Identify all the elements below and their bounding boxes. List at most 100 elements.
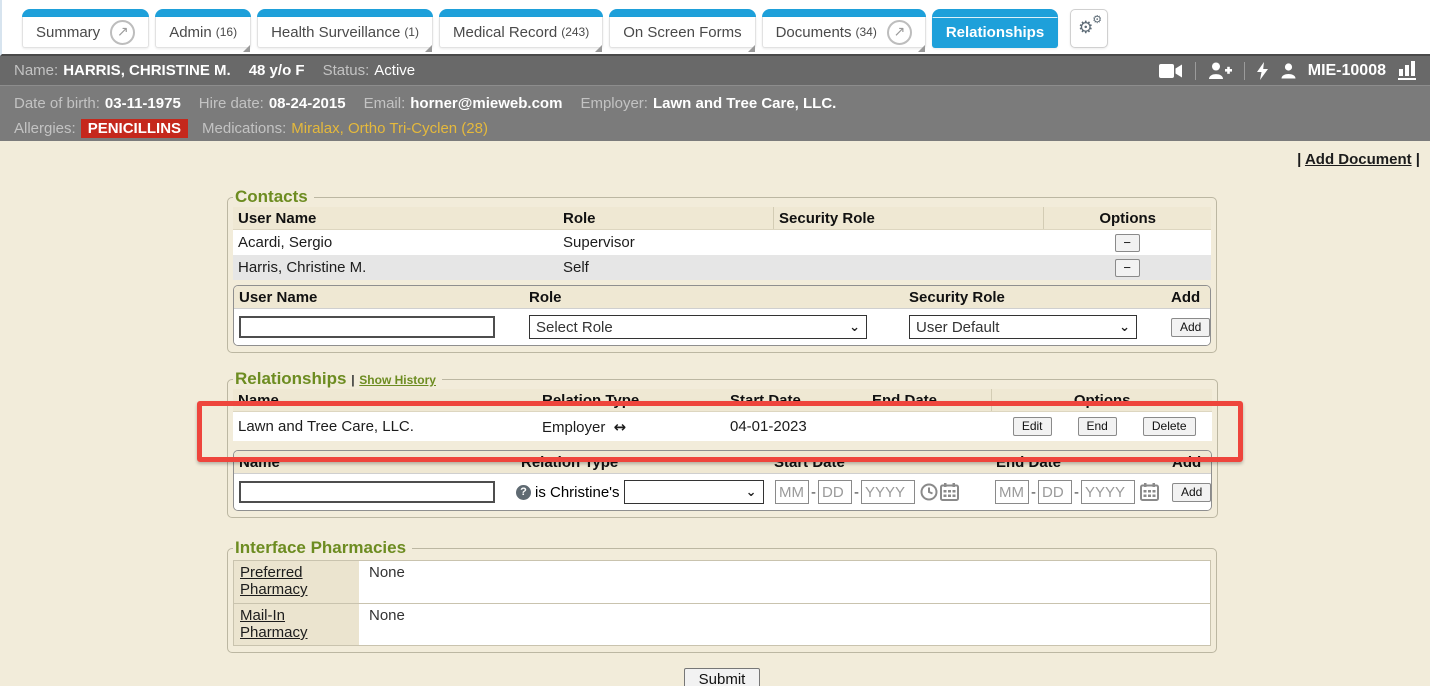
gear-icon: ⚙ xyxy=(1078,18,1093,38)
tab-documents[interactable]: Documents(34) ↗ xyxy=(762,9,926,48)
tab-on-screen-forms[interactable]: On Screen Forms xyxy=(609,9,755,48)
selected-security-role: User Default xyxy=(916,319,999,336)
relationships-title: Relationships xyxy=(235,369,346,388)
contact-row: Harris, Christine M. Self − xyxy=(233,255,1211,280)
contact-user-name-input[interactable] xyxy=(239,316,495,338)
quick-action-bolt-icon[interactable] xyxy=(1257,62,1269,80)
patient-banner-primary: Name: HARRIS, CHRISTINE M. 48 y/o F Stat… xyxy=(0,56,1430,86)
tab-cap xyxy=(257,9,433,17)
end-day-input[interactable] xyxy=(1038,480,1072,504)
interface-pharmacies-section: Interface Pharmacies Preferred Pharmacy … xyxy=(227,538,1217,653)
col-name: Name xyxy=(233,389,537,411)
relationships-legend: Relationships | Show History xyxy=(233,369,442,389)
show-history-link[interactable]: Show History xyxy=(359,373,436,387)
relationship-name: Lawn and Tree Care, LLC. xyxy=(233,418,537,435)
allergy-badge[interactable]: PENICILLINS xyxy=(81,119,188,138)
pipe: | xyxy=(1297,151,1301,168)
contact-role-select[interactable]: Select Role ⌄ xyxy=(529,315,867,339)
stats-chart-icon[interactable] xyxy=(1398,61,1416,80)
medication-link[interactable]: Miralax xyxy=(291,120,339,137)
chevron-down-icon: ⌄ xyxy=(849,320,860,335)
user-icon[interactable] xyxy=(1281,63,1296,79)
tab-settings-button[interactable]: ⚙ ⚙ xyxy=(1070,9,1108,48)
email-value: horner@mieweb.com xyxy=(410,95,562,112)
add-relationship-button[interactable]: Add xyxy=(1172,483,1211,502)
tab-label: Health Surveillance xyxy=(271,24,400,41)
patient-chart-tabbar: Summary ↗ Admin(16) Health Surveillance(… xyxy=(0,0,1430,56)
hire-date-label: Hire date: xyxy=(199,95,264,112)
chevron-down-icon: ⌄ xyxy=(1119,320,1130,335)
mail-in-pharmacy-link[interactable]: Mail-In Pharmacy xyxy=(240,607,308,641)
date-separator: - xyxy=(811,484,816,501)
add-contact-form-row: Select Role ⌄ User Default ⌄ Add xyxy=(234,309,1210,345)
patient-banner-secondary: Date of birth: 03-11-1975 Hire date: 08-… xyxy=(0,86,1430,141)
tab-label: Documents xyxy=(776,24,852,41)
contacts-title: Contacts xyxy=(233,187,314,207)
start-day-input[interactable] xyxy=(818,480,852,504)
employer-value: Lawn and Tree Care, LLC. xyxy=(653,95,836,112)
col-name: Name xyxy=(234,451,516,473)
pharmacy-row: Mail-In Pharmacy None xyxy=(234,603,1210,645)
tab-health-surveillance[interactable]: Health Surveillance(1) xyxy=(257,9,433,48)
employer-label: Employer: xyxy=(580,95,648,112)
selected-role: Select Role xyxy=(536,319,613,336)
col-add: Add xyxy=(1166,286,1210,308)
end-month-input[interactable] xyxy=(995,480,1029,504)
delete-relationship-button[interactable]: Delete xyxy=(1143,417,1196,436)
tab-cap xyxy=(22,9,149,17)
divider xyxy=(1195,62,1196,80)
tab-relationships[interactable]: Relationships xyxy=(932,9,1058,48)
mail-in-pharmacy-value: None xyxy=(359,604,1210,645)
medication-link[interactable]: Ortho Tri-Cyclen (28) xyxy=(348,120,488,137)
tab-cap xyxy=(155,9,251,17)
tab-label: Medical Record xyxy=(453,24,557,41)
add-relationship-box: Name Relation Type Start Date End Date A… xyxy=(233,450,1212,511)
start-year-input[interactable] xyxy=(861,480,915,504)
tab-medical-record[interactable]: Medical Record(243) xyxy=(439,9,603,48)
tab-cap xyxy=(932,9,1058,17)
video-visit-icon[interactable] xyxy=(1159,63,1183,79)
add-contact-icon[interactable] xyxy=(1208,62,1232,80)
open-in-new-icon[interactable]: ↗ xyxy=(110,20,135,45)
pipe: | xyxy=(351,373,354,387)
contact-role: Self xyxy=(558,259,773,276)
submit-button[interactable]: Submit xyxy=(684,668,761,686)
bidirectional-arrow-icon: ↔ xyxy=(614,418,627,436)
relationships-page: | Add Document | Contacts User Name Role… xyxy=(0,141,1430,686)
col-start-date: Start Date xyxy=(769,451,991,473)
chevron-down-icon: ⌄ xyxy=(746,485,757,500)
add-document-link[interactable]: Add Document xyxy=(1305,151,1412,168)
remove-contact-button[interactable]: − xyxy=(1115,259,1140,277)
tab-label: Admin xyxy=(169,24,212,41)
status-label: Status: xyxy=(323,62,370,79)
relation-type-select[interactable]: ⌄ xyxy=(624,480,764,504)
pharmacies-table: Preferred Pharmacy None Mail-In Pharmacy… xyxy=(233,560,1211,646)
tab-cap xyxy=(439,9,603,17)
remove-contact-button[interactable]: − xyxy=(1115,234,1140,252)
date-separator: - xyxy=(854,484,859,501)
help-icon[interactable]: ? xyxy=(516,485,531,500)
end-relationship-button[interactable]: End xyxy=(1078,417,1117,436)
date-separator: - xyxy=(1074,484,1079,501)
name-label: Name: xyxy=(14,62,58,79)
allergies-label: Allergies: xyxy=(14,120,76,137)
contacts-section: Contacts User Name Role Security Role Op… xyxy=(227,187,1217,353)
contact-row: Acardi, Sergio Supervisor − xyxy=(233,230,1211,255)
end-year-input[interactable] xyxy=(1081,480,1135,504)
add-contact-button[interactable]: Add xyxy=(1171,318,1210,337)
contact-security-role-select[interactable]: User Default ⌄ xyxy=(909,315,1137,339)
tab-admin[interactable]: Admin(16) xyxy=(155,9,251,48)
gear-icon: ⚙ xyxy=(1092,13,1102,26)
tab-summary[interactable]: Summary ↗ xyxy=(22,9,149,48)
date-separator: - xyxy=(1031,484,1036,501)
open-in-new-icon[interactable]: ↗ xyxy=(887,20,912,45)
calendar-icon[interactable] xyxy=(940,483,959,501)
clock-icon[interactable] xyxy=(920,483,938,501)
start-month-input[interactable] xyxy=(775,480,809,504)
patient-age-sex: 48 y/o F xyxy=(249,62,305,79)
calendar-icon[interactable] xyxy=(1140,483,1159,501)
preferred-pharmacy-link[interactable]: Preferred Pharmacy xyxy=(240,564,308,598)
relationship-name-input[interactable] xyxy=(239,481,495,503)
relationships-table: Name Relation Type Start Date End Date O… xyxy=(233,389,1212,441)
edit-relationship-button[interactable]: Edit xyxy=(1013,417,1052,436)
